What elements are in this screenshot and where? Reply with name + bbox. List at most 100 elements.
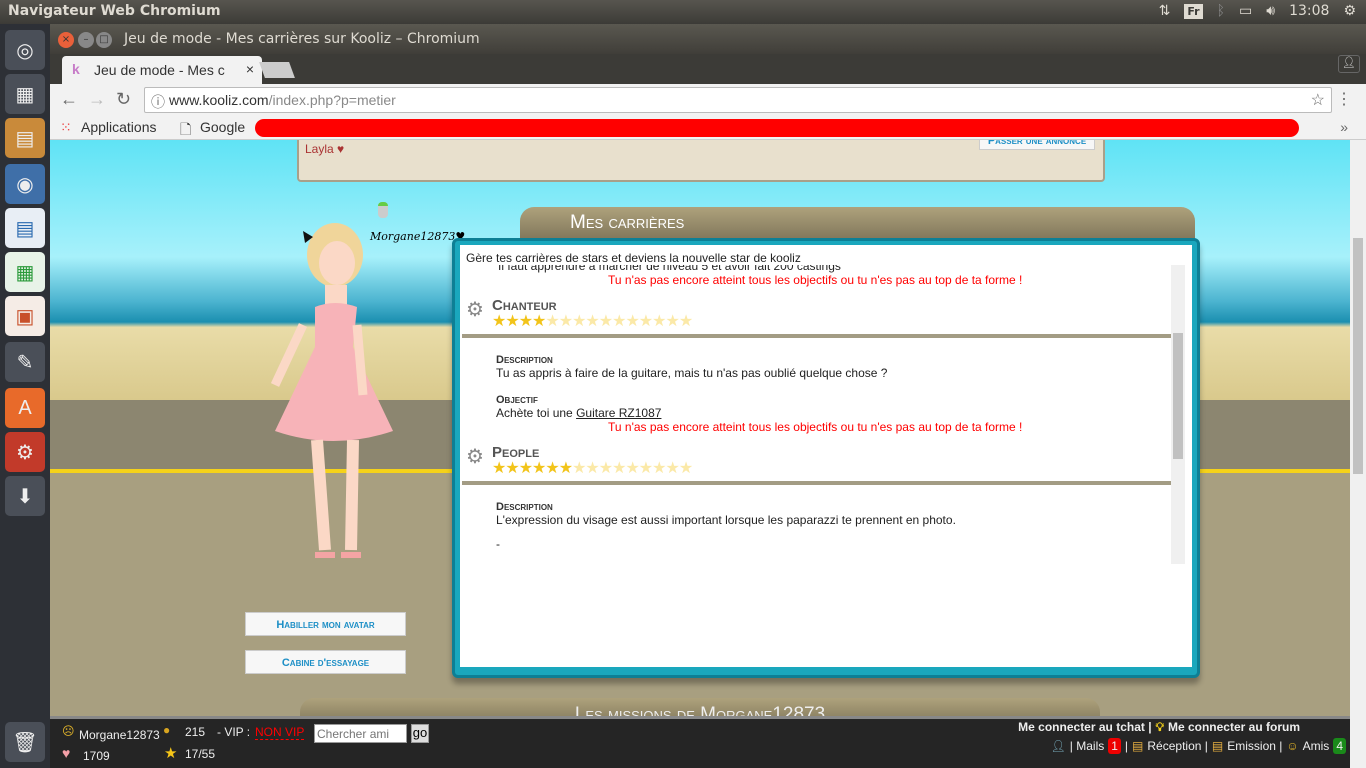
os-top-bar: Navigateur Web Chromium ⇅ Fr ᛒ ▭ 🔊︎ 13:0… (0, 0, 1366, 24)
bookmark-google[interactable]: Google (200, 119, 245, 135)
footer-username[interactable]: Morgane12873 (79, 728, 160, 742)
writer-icon[interactable]: ▤ (5, 208, 45, 248)
address-bar[interactable]: ⓘ www.kooliz.com/index.php?p=metier ☆ (144, 87, 1332, 113)
settings-icon[interactable]: ⚙ (5, 432, 45, 472)
clock[interactable]: 13:08 (1289, 3, 1329, 19)
lightbulb-icon: 💡︎ (1155, 720, 1164, 734)
tab-active[interactable]: k Jeu de mode - Mes c × (62, 56, 262, 84)
trash-icon[interactable]: 🗑︎ (5, 722, 45, 762)
minimize-button[interactable]: – (78, 32, 94, 48)
friends-link[interactable]: Amis (1303, 739, 1330, 753)
friends-badge: 4 (1333, 738, 1346, 754)
user-link[interactable]: Layla ♥ (305, 142, 344, 156)
software-center-icon[interactable]: A (5, 388, 45, 428)
close-window-button[interactable]: × (58, 32, 74, 48)
career-stars: ★ ★ ★ ★ ★ ★ ★ ★ ★ ★ ★ ★ ★ ★ ★ (492, 461, 1185, 477)
objective-text: Achète toi une (496, 406, 577, 420)
careers-content: Gère tes carrières de stars et deviens l… (460, 245, 1192, 667)
star-empty-icon: ★ (665, 460, 679, 477)
power-gear-icon[interactable]: ⚙ (1343, 3, 1356, 19)
updater-icon[interactable]: ⬇ (5, 476, 45, 516)
close-tab-icon[interactable]: × (246, 61, 254, 77)
mails-link[interactable]: | Mails (1070, 739, 1104, 753)
hearts-count: 1709 (83, 749, 110, 763)
emission-link[interactable]: Emission | (1227, 739, 1282, 753)
star-empty-icon: ★ (572, 460, 586, 477)
window-titlebar: × – □ Jeu de mode - Mes carrières sur Ko… (50, 24, 1366, 54)
star-filled-icon: ★ (505, 460, 519, 477)
stars-count: 17/55 (185, 747, 216, 761)
back-icon[interactable]: ← (60, 89, 78, 110)
emission-icon: ▤ (1211, 739, 1224, 753)
forward-icon[interactable]: → (88, 89, 106, 110)
bookmark-applications[interactable]: Applications (81, 119, 157, 135)
separator (462, 334, 1185, 338)
bookmark-star-icon[interactable]: ☆ (1311, 90, 1325, 110)
go-button[interactable]: go (411, 724, 429, 743)
coins-count: 215 (185, 725, 206, 739)
reception-link[interactable]: Réception | (1147, 739, 1208, 753)
forum-link[interactable]: Me connecter au forum (1168, 720, 1300, 735)
url-path: /index.php?p=metier (268, 92, 396, 108)
add-friend-icon[interactable]: 👤︎ (1051, 739, 1066, 753)
warning-text: Tu n'as pas encore atteint tous les obje… (608, 420, 1023, 434)
star-empty-icon: ★ (585, 313, 599, 330)
objective-label: Objectif (496, 394, 538, 406)
description-text: Tu as appris à faire de la guitare, mais… (496, 366, 888, 380)
apps-grid-icon: ⁙ (60, 119, 72, 135)
menu-icon[interactable]: ⋮ (1336, 89, 1352, 109)
fitting-room-button[interactable]: Cabine d'essayage (245, 650, 406, 674)
footer-bar: ☹ Morgane12873 ● 215 - VIP : NON VIP go … (50, 716, 1350, 768)
star-empty-icon: ★ (585, 460, 599, 477)
kooliz-favicon-icon: k (72, 61, 80, 77)
star-empty-icon: ★ (612, 460, 626, 477)
star-filled-icon: ★ (518, 460, 533, 477)
reload-icon[interactable]: ↻ (116, 89, 131, 110)
warning-text: Tu n'as pas encore atteint tous les obje… (608, 273, 1023, 287)
page-scrollbar-thumb[interactable] (1353, 238, 1363, 474)
careers-scrollbar[interactable] (1171, 265, 1185, 564)
gear-icon: ⚙ (466, 299, 484, 321)
gimp-icon[interactable]: ✎ (5, 342, 45, 382)
chromium-icon[interactable]: ◉ (5, 164, 45, 204)
search-friend-input[interactable] (314, 724, 407, 743)
star-filled-icon: ★ (558, 460, 573, 477)
battery-icon[interactable]: ▭ (1239, 3, 1252, 19)
missions-header: Les missions de Morgane12873 (300, 698, 1100, 716)
new-tab-button[interactable] (259, 62, 295, 78)
scrollbar-thumb[interactable] (1173, 333, 1183, 459)
impress-icon[interactable]: ▣ (5, 296, 45, 336)
os-app-title: Navigateur Web Chromium (8, 3, 221, 19)
info-icon: ⓘ (151, 94, 165, 110)
tab-strip: k Jeu de mode - Mes c × 👤︎ (50, 54, 1366, 84)
star-filled-icon: ★ (532, 313, 546, 330)
dress-avatar-button[interactable]: Habiller mon avatar (245, 612, 406, 636)
page-scrollbar[interactable] (1350, 140, 1366, 768)
keyboard-layout[interactable]: Fr (1184, 3, 1203, 19)
url-host: www.kooliz.com (169, 92, 269, 108)
post-ad-button[interactable]: Passer une annonce (979, 140, 1095, 150)
browser-toolbar: ← → ↻ ⓘ www.kooliz.com/index.php?p=metie… (50, 84, 1366, 116)
description-label: Description (496, 354, 553, 366)
tchat-link[interactable]: Me connecter au tchat | (1018, 720, 1151, 735)
profile-icon[interactable]: 👤︎ (1338, 55, 1360, 73)
calc-sheet-icon[interactable]: ▦ (5, 252, 45, 292)
ubuntu-dash-icon[interactable]: ◎ (5, 30, 45, 70)
careers-scroll-area[interactable]: Il faut apprendre à marcher de niveau 5 … (462, 265, 1185, 564)
star-empty-icon: ★ (572, 313, 586, 330)
guitar-item-link[interactable]: Guitare RZ1087 (576, 406, 661, 420)
files-icon[interactable]: ▤ (5, 118, 45, 158)
clipped-objective: Il faut apprendre à marcher de niveau 5 … (498, 265, 841, 273)
career-name[interactable]: People (492, 444, 1185, 461)
star-empty-icon: ★ (652, 313, 666, 330)
missions-title: Les missions de Morgane12873 (574, 704, 826, 716)
bluetooth-icon[interactable]: ᛒ (1217, 3, 1225, 19)
career-name[interactable]: Chanteur (492, 297, 1185, 314)
calculator-icon[interactable]: ▦ (5, 74, 45, 114)
network-icon[interactable]: ⇅ (1159, 3, 1171, 19)
vip-status[interactable]: NON VIP (255, 725, 305, 740)
maximize-button[interactable]: □ (96, 32, 112, 48)
more-bookmarks-icon[interactable]: » (1340, 119, 1348, 135)
volume-icon[interactable]: 🔊︎ (1266, 3, 1275, 19)
star-empty-icon: ★ (652, 460, 666, 477)
